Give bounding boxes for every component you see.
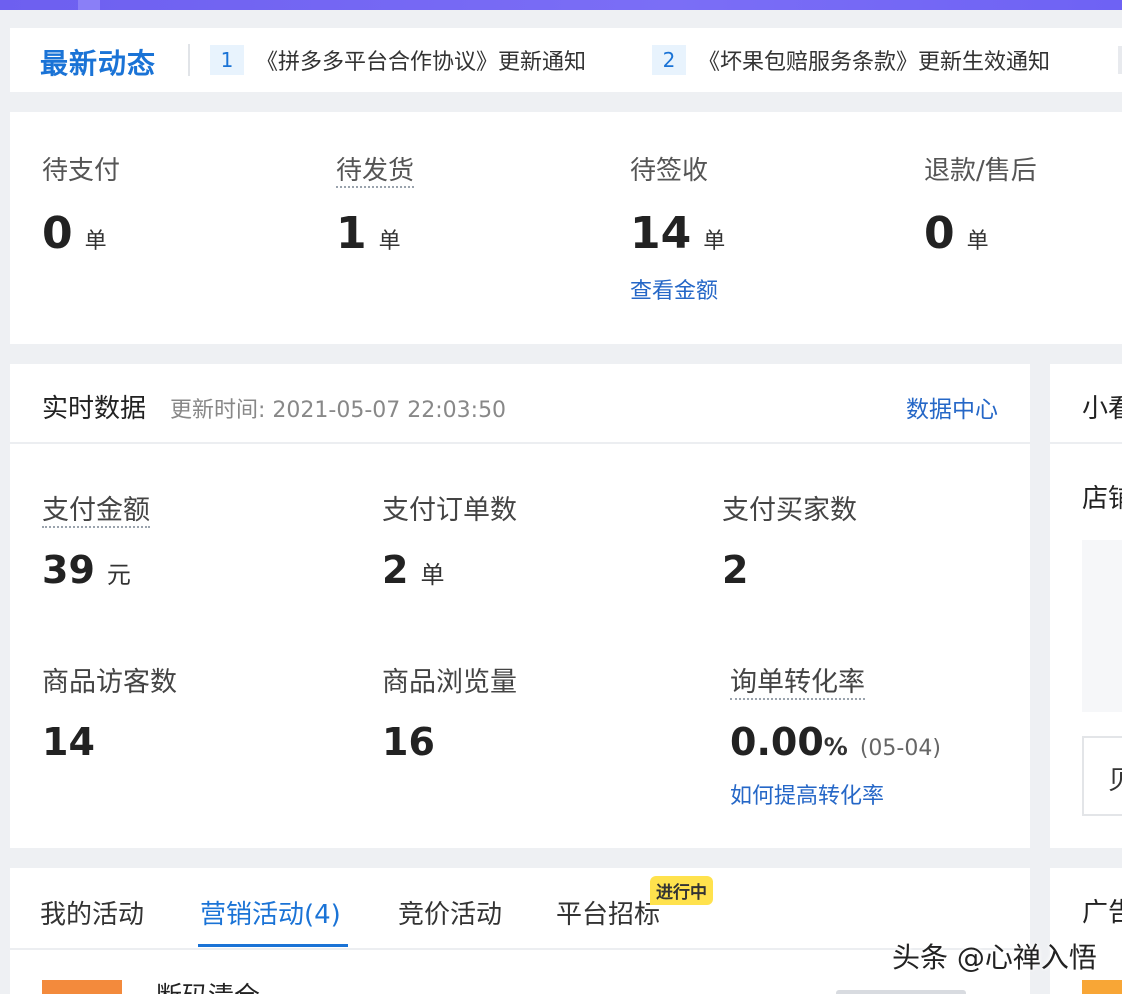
stat-label: 待签收: [630, 156, 709, 186]
side-panel-header: 小看: [1050, 364, 1122, 444]
update-time: 更新时间: 2021-05-07 22:03:50: [170, 398, 507, 423]
stat-value: 0.00: [730, 720, 824, 764]
stat-label: 询单转化率: [730, 660, 865, 700]
stat-label: 支付订单数: [382, 495, 517, 526]
ads-panel-title: 广告: [1082, 898, 1122, 928]
news-title: 最新动态: [40, 47, 157, 80]
improve-conversion-link[interactable]: 如何提高转化率: [730, 778, 941, 810]
side-panel-chart-area: [1082, 540, 1122, 712]
watermark: 头条 @心禅入悟: [892, 941, 1097, 974]
stat-pending-payment[interactable]: 待支付 0单: [42, 150, 120, 259]
news-separator: [188, 44, 190, 76]
stat-value: 2: [722, 548, 749, 592]
news-text: 《坏果包赔服务条款》更新生效通知: [698, 50, 1051, 75]
active-tab-underline: [198, 944, 348, 947]
stat-unit: 单: [420, 561, 445, 589]
stat-value: 1: [336, 208, 367, 259]
news-bar: 最新动态 1 《拼多多平台合作协议》更新通知 2 《坏果包赔服务条款》更新生效通…: [10, 28, 1122, 92]
tab-marketing-activities[interactable]: 营销活动(4): [200, 894, 341, 931]
ads-thumbnail: [1082, 980, 1122, 994]
tab-my-activities[interactable]: 我的活动: [40, 894, 144, 931]
tab-platform-tender[interactable]: 平台招标: [556, 894, 660, 931]
side-panel-title: 小看: [1082, 394, 1122, 424]
side-panel: 小看 店铺 贝: [1050, 364, 1122, 848]
activity-name[interactable]: 断码清仓: [156, 976, 260, 994]
top-gradient-bar: [0, 0, 1122, 10]
stat-label: 退款/售后: [924, 156, 1037, 186]
in-progress-badge: 进行中: [650, 876, 713, 905]
stat-date: (05-04): [859, 736, 941, 761]
stat-label: 支付买家数: [722, 495, 857, 526]
stat-value: 14: [630, 208, 692, 259]
stat-payment-buyers[interactable]: 支付买家数 2: [722, 488, 857, 592]
stat-unit: 单: [84, 229, 107, 254]
stat-unit: 单: [703, 229, 726, 254]
top-bar-tick: [78, 0, 100, 10]
news-item-1[interactable]: 1 《拼多多平台合作协议》更新通知: [210, 28, 586, 92]
stat-inquiry-conversion[interactable]: 询单转化率 0.00% (05-04) 如何提高转化率: [730, 660, 941, 810]
stat-unit: 元: [106, 561, 131, 589]
activity-action-button[interactable]: [836, 990, 966, 994]
realtime-title: 实时数据: [42, 394, 147, 424]
stat-unit: %: [823, 733, 848, 761]
stat-unit: 单: [966, 229, 989, 254]
news-number: 2: [652, 45, 686, 75]
stat-label: 待支付: [42, 156, 121, 186]
realtime-data-card: 实时数据 更新时间: 2021-05-07 22:03:50 数据中心 支付金额…: [10, 364, 1030, 848]
stat-pending-shipment[interactable]: 待发货 1单: [336, 150, 415, 259]
stat-value: 14: [42, 720, 95, 764]
tab-divider: [10, 948, 1030, 950]
stat-refund[interactable]: 退款/售后 0单: [924, 150, 1037, 259]
stat-product-visitors[interactable]: 商品访客数 14: [42, 660, 177, 764]
news-item-2[interactable]: 2 《坏果包赔服务条款》更新生效通知: [652, 28, 1050, 92]
side-panel-button[interactable]: 贝: [1082, 736, 1122, 816]
order-stats-card: 待支付 0单 待发货 1单 待签收 14 单 查看金额 退款/售后 0单: [10, 112, 1122, 344]
activity-thumbnail: [42, 980, 122, 994]
news-number: 1: [210, 45, 244, 75]
stat-product-views[interactable]: 商品浏览量 16: [382, 660, 517, 764]
side-panel-label: 店铺: [1082, 484, 1122, 514]
stat-label: 待发货: [336, 150, 415, 188]
stat-payment-amount[interactable]: 支付金额 39 元: [42, 488, 150, 592]
stat-value: 0: [42, 208, 73, 259]
news-text: 《拼多多平台合作协议》更新通知: [256, 50, 587, 75]
stat-label: 商品浏览量: [382, 667, 517, 698]
stat-pending-receipt[interactable]: 待签收 14 单 查看金额: [630, 150, 725, 305]
news-edge: [1118, 46, 1122, 74]
stat-unit: 单: [378, 229, 401, 254]
stat-value: 39: [42, 548, 95, 592]
stat-payment-orders[interactable]: 支付订单数 2单: [382, 488, 517, 592]
side-panel-button-label: 贝: [1108, 766, 1122, 796]
stat-label: 商品访客数: [42, 667, 177, 698]
realtime-header: 实时数据 更新时间: 2021-05-07 22:03:50 数据中心: [10, 364, 1030, 444]
stat-value: 2: [382, 548, 409, 592]
stat-label: 支付金额: [42, 488, 150, 528]
data-center-link[interactable]: 数据中心: [906, 390, 998, 424]
view-amount-link[interactable]: 查看金额: [630, 273, 725, 305]
stat-value: 16: [382, 720, 435, 764]
tab-bidding-activities[interactable]: 竞价活动: [398, 894, 502, 931]
activities-card: 我的活动 营销活动(4) 竞价活动 平台招标 进行中 断码清仓: [10, 868, 1030, 994]
stat-value: 0: [924, 208, 955, 259]
